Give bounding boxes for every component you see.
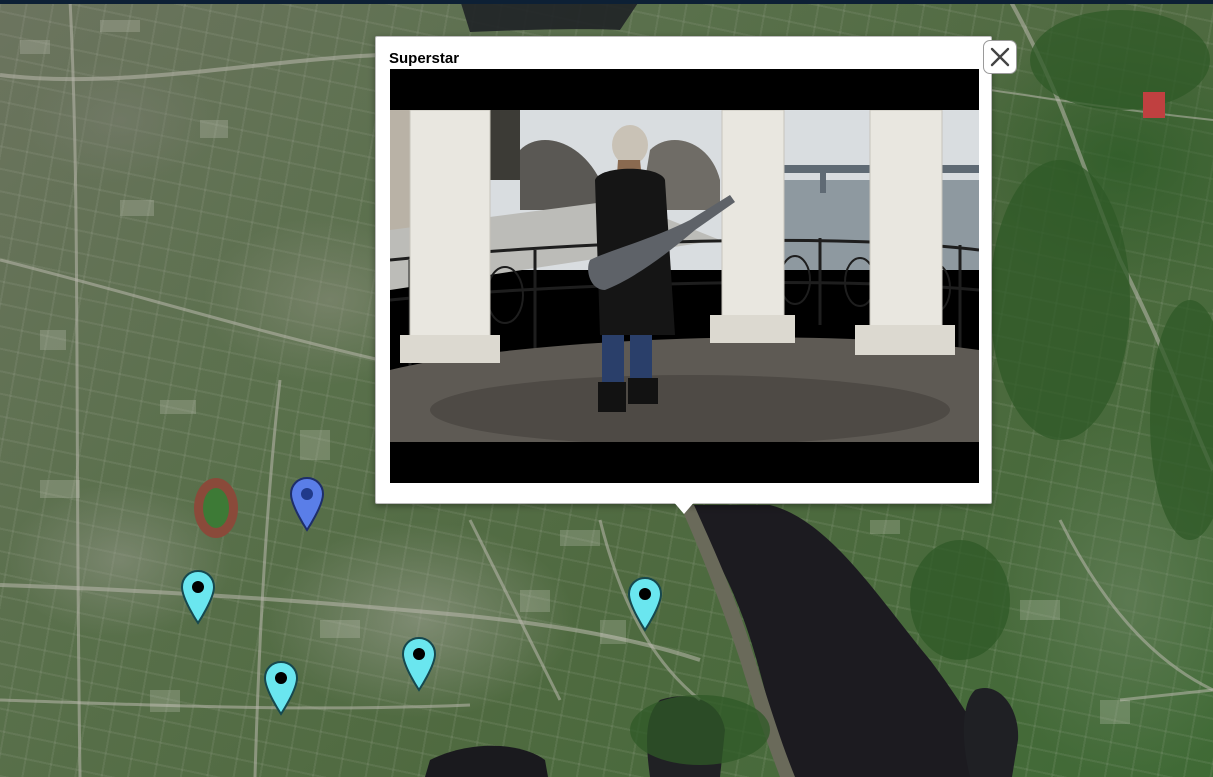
map-pin-icon [401, 636, 437, 692]
map-pin-icon [263, 660, 299, 716]
video-player[interactable] [390, 69, 979, 483]
map-pin-icon [180, 569, 216, 625]
close-icon [990, 47, 1010, 67]
pond [425, 745, 548, 777]
close-button[interactable] [983, 40, 1017, 74]
video-frame[interactable] [390, 110, 979, 442]
map-pin-icon [289, 476, 325, 532]
info-window-title: Superstar [389, 50, 460, 67]
video-still-image [390, 110, 979, 442]
map-pin-icon [627, 576, 663, 632]
map-marker[interactable] [401, 636, 437, 692]
lake [963, 688, 1019, 777]
map-marker[interactable] [180, 569, 216, 625]
map-marker[interactable] [263, 660, 299, 716]
info-window: Superstar [375, 36, 992, 504]
stadium [194, 478, 238, 538]
river [460, 0, 640, 32]
map-marker-selected[interactable] [289, 476, 325, 532]
info-window-pointer [672, 500, 696, 514]
map-marker[interactable] [627, 576, 663, 632]
top-edge-bar [0, 0, 1213, 4]
